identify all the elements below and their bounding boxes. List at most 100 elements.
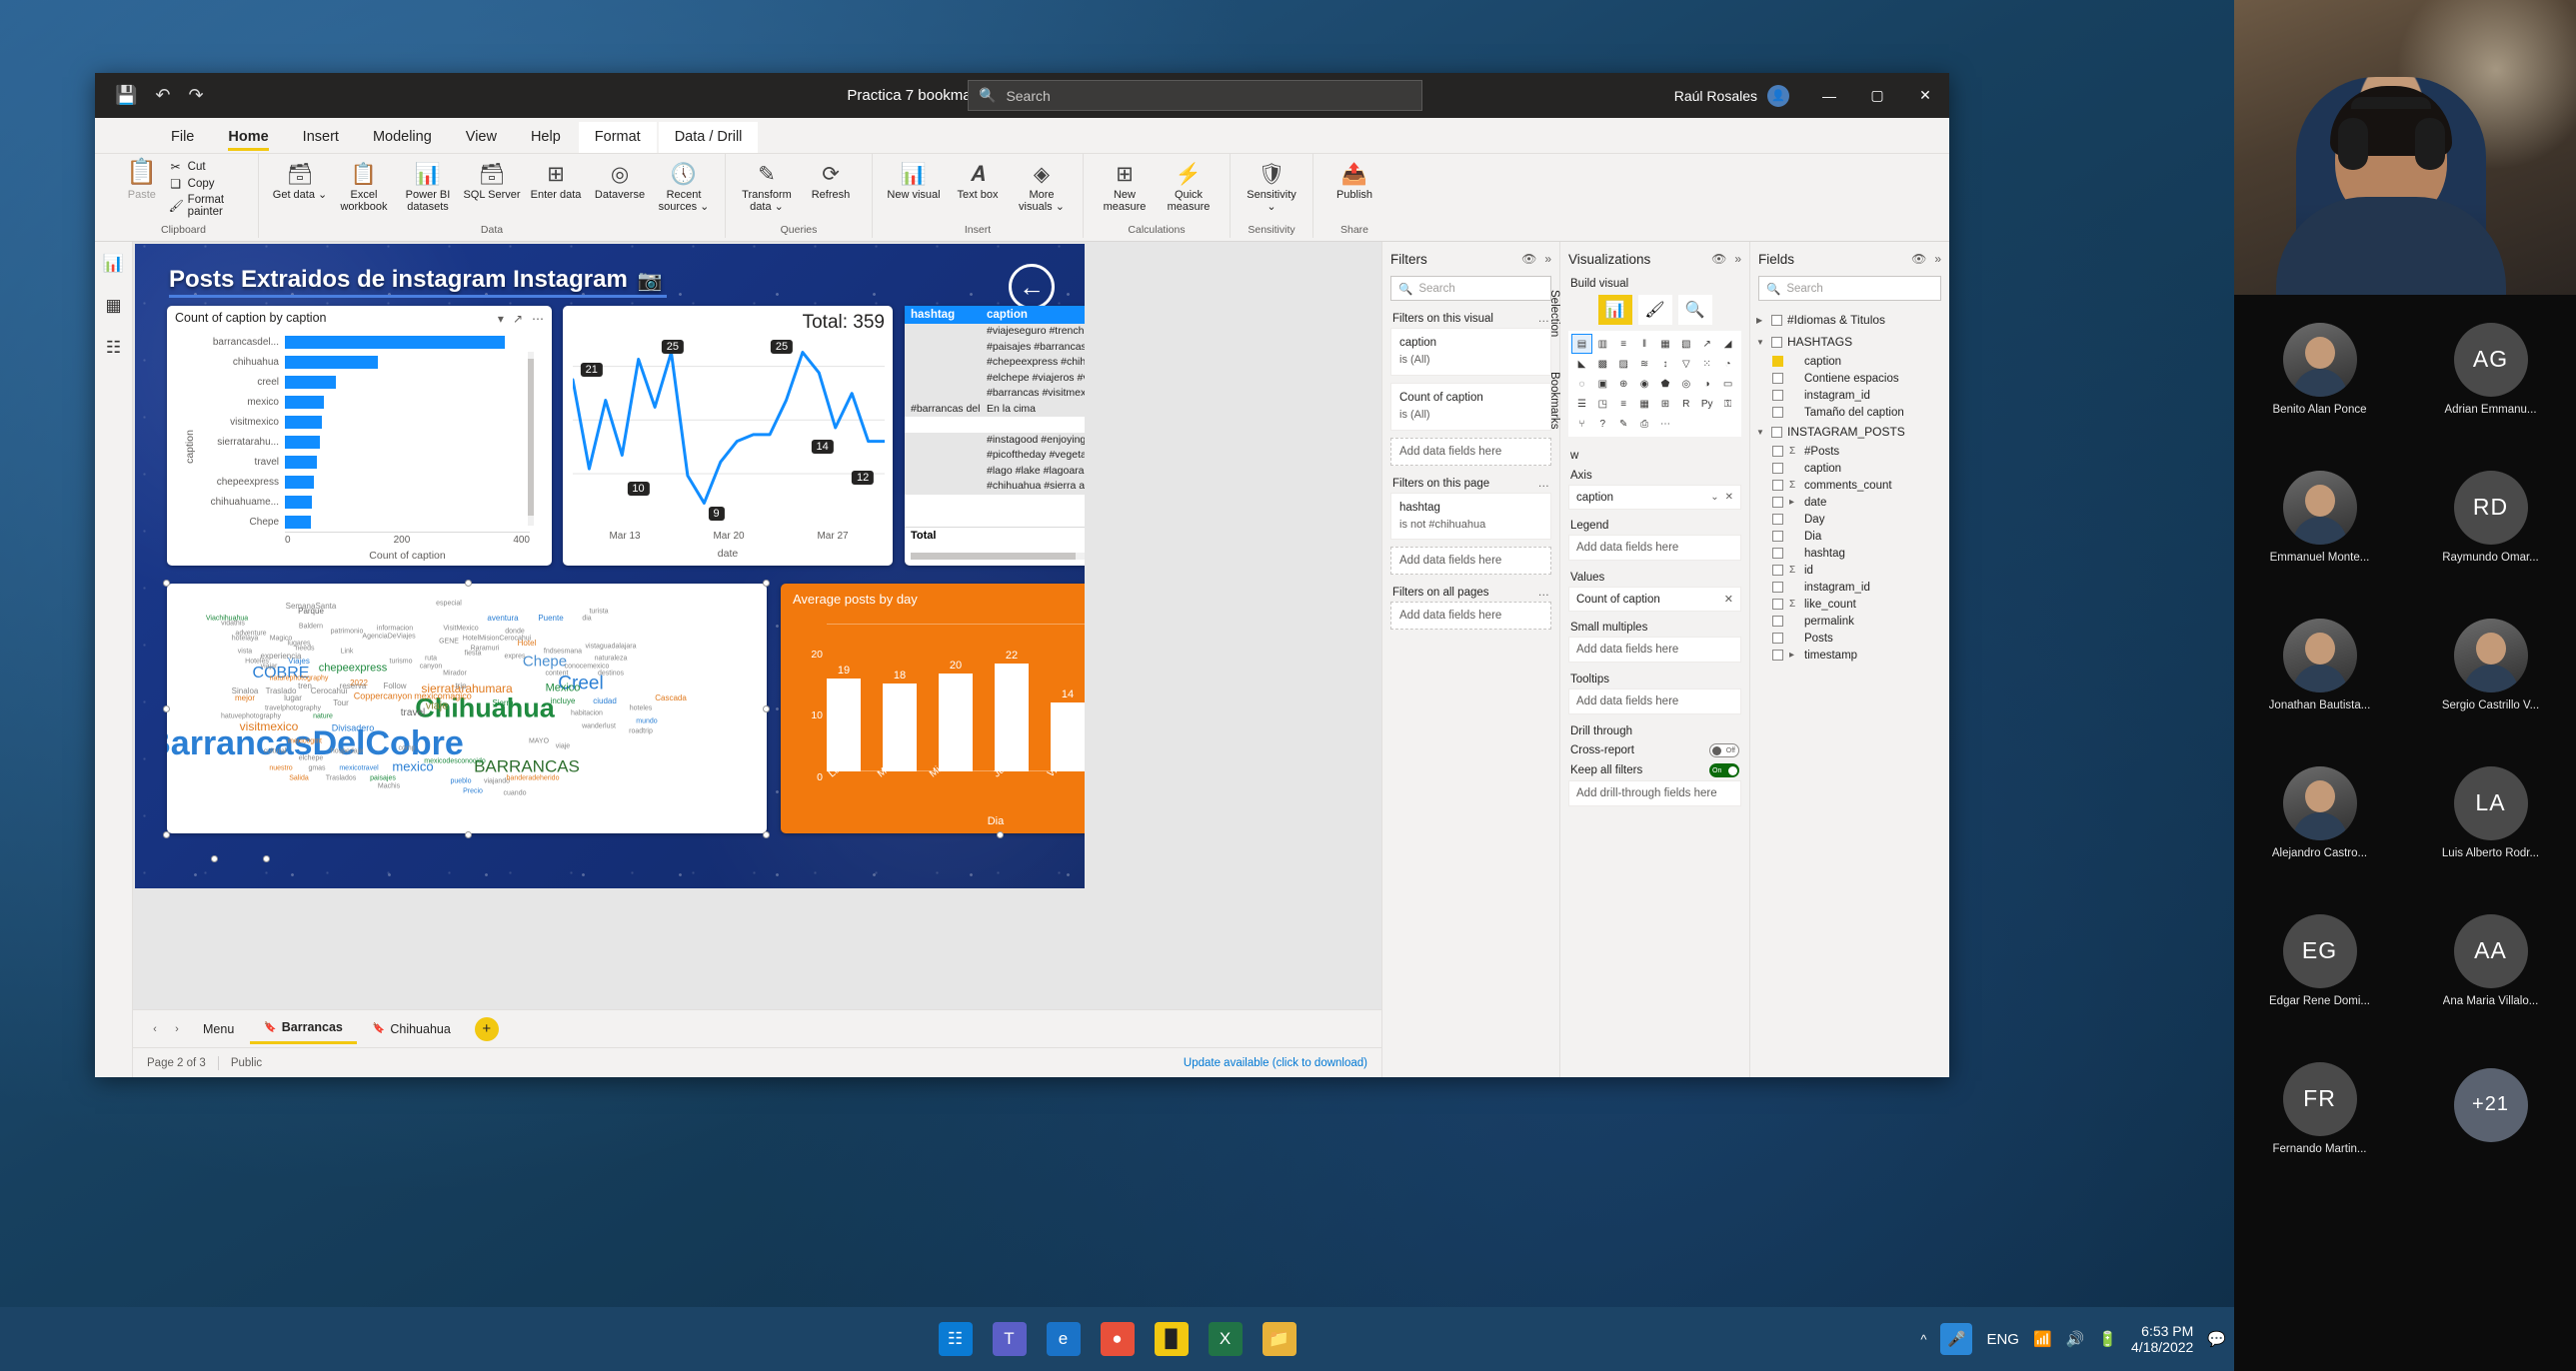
table-row[interactable] <box>905 417 1085 433</box>
word-cloud-word[interactable]: especial <box>436 601 462 608</box>
power-bi-datasets-button[interactable]: 📊 Power BI datasets <box>397 158 459 216</box>
viz-type-line-chart[interactable]: ↗ <box>1697 335 1717 353</box>
field-checkbox[interactable] <box>1772 446 1783 457</box>
wifi-icon[interactable]: 📶 <box>2033 1330 2052 1348</box>
sensitivity-button[interactable]: 🛡 Sensitivity ⌄ <box>1241 158 1302 216</box>
refresh-button[interactable]: ⟳ Refresh <box>800 158 862 205</box>
hashtag-table-visual[interactable]: hashtag caption #viajeseguro #trenchepe … <box>905 306 1085 566</box>
paste-button[interactable]: 📋 Paste <box>119 158 165 201</box>
word-cloud-word[interactable]: dia <box>582 616 591 623</box>
word-cloud-word[interactable]: ciudad <box>593 696 617 705</box>
bar-chart-row[interactable]: chihuahua <box>189 354 530 370</box>
viz-type-donut-chart[interactable]: ◌ <box>1572 375 1591 393</box>
word-cloud-word[interactable]: patrimonio <box>331 628 364 635</box>
word-cloud-word[interactable]: conocemexico <box>565 663 610 670</box>
field-item[interactable]: Day <box>1750 511 1949 528</box>
word-cloud-visual[interactable]: BarrancasDelCobre Chihuahua BARRANCAS COBRE… <box>167 584 767 833</box>
word-cloud-word[interactable]: fiesta <box>465 651 482 658</box>
drill-through-dropzone[interactable]: Add drill-through fields here <box>1568 780 1741 806</box>
field-item[interactable]: Σlike_count <box>1750 596 1949 613</box>
word-cloud-word[interactable]: canyon <box>420 663 443 670</box>
microphone-icon[interactable]: 🎤 <box>1940 1323 1973 1355</box>
save-icon[interactable]: 💾 <box>115 85 137 106</box>
word-cloud-word[interactable]: SemanaSanta <box>286 602 337 611</box>
add-page-button[interactable]: + <box>474 1016 499 1041</box>
table-row[interactable]: #chihuahua #sierra a #vacation #vacacion… <box>905 479 1085 495</box>
participant-tile[interactable]: LA Luis Alberto Rodr... <box>2405 738 2576 886</box>
viz-type-card[interactable]: ▭ <box>1718 375 1737 393</box>
word-cloud-word[interactable]: donde <box>505 628 524 635</box>
participant-tile[interactable]: +21 <box>2405 1034 2576 1182</box>
participant-tile[interactable]: Sergio Castrillo V... <box>2405 591 2576 738</box>
word-cloud-word[interactable]: trip <box>455 682 466 690</box>
viz-type-matrix[interactable]: ⊞ <box>1655 395 1675 413</box>
page-tab-menu[interactable]: Menu <box>189 1015 248 1043</box>
viz-type-shape-map[interactable]: ⬟ <box>1655 375 1675 393</box>
more-visuals-button[interactable]: ◈ More visuals ⌄ <box>1011 158 1073 216</box>
word-cloud-word[interactable]: naturaleza <box>595 656 628 663</box>
filters-page-dropzone[interactable]: Add data fields here <box>1390 547 1551 576</box>
bar[interactable] <box>285 455 317 469</box>
avatar[interactable] <box>2282 765 2357 840</box>
word-cloud-word[interactable]: habitacion <box>571 710 603 717</box>
word-cloud-word[interactable]: Hoteles <box>245 658 269 665</box>
table-col-caption[interactable]: caption <box>981 306 1085 324</box>
word-cloud-word[interactable]: Link <box>341 648 354 655</box>
avatar[interactable]: RD <box>2453 470 2528 545</box>
word-cloud-word[interactable]: Sierra <box>492 699 513 707</box>
table-row[interactable]: #picoftheday #vegetation #vegetacion #sk… <box>905 448 1085 464</box>
field-item[interactable]: Σcomments_count <box>1750 477 1949 494</box>
word-cloud-word[interactable]: pueblo <box>450 777 471 784</box>
field-checkbox[interactable] <box>1772 497 1783 508</box>
field-item[interactable]: Dia <box>1750 528 1949 545</box>
resize-handle[interactable] <box>163 580 170 587</box>
word-cloud-word[interactable]: AgenciaDeViajes <box>362 633 415 640</box>
report-view-icon[interactable]: 📊 <box>103 254 124 274</box>
word-cloud-word[interactable]: banderadeherido <box>507 775 560 782</box>
cross-report-toggle[interactable]: Off <box>1709 743 1739 757</box>
table-row[interactable]: #lago #lake #lagoarareco #lagodearareco … <box>905 463 1085 479</box>
remove-field-icon[interactable]: ✕ <box>1724 593 1733 606</box>
field-checkbox[interactable] <box>1772 514 1783 525</box>
word-cloud-word[interactable]: VisitMexico <box>443 626 478 633</box>
word-cloud-word[interactable]: Chepe <box>523 654 567 669</box>
ribbon-tab-home[interactable]: Home <box>212 122 284 153</box>
word-cloud-word[interactable]: hospedaje <box>331 747 363 754</box>
field-table-hashtags[interactable]: ▼ HASHTAGS <box>1750 331 1949 353</box>
word-cloud-word[interactable]: chepeexpress <box>319 663 388 675</box>
dataverse-button[interactable]: ◎ Dataverse <box>589 158 651 205</box>
viz-type-slicer[interactable]: ≡ <box>1613 395 1633 413</box>
field-checkbox[interactable] <box>1772 373 1783 384</box>
resize-handle[interactable] <box>763 705 770 712</box>
collapse-pane-icon[interactable]: » <box>1734 252 1741 266</box>
word-cloud-word[interactable]: nuestro <box>269 765 292 772</box>
viz-type-scatter[interactable]: ⁙ <box>1697 355 1717 373</box>
word-cloud-word[interactable]: turismo <box>390 658 413 665</box>
bar-chart-row[interactable]: mexico <box>189 394 530 410</box>
word-cloud-word[interactable]: paisajes <box>370 775 396 782</box>
participant-tile[interactable]: FR Fernando Martin... <box>2234 1034 2405 1182</box>
word-cloud-word[interactable]: informacion <box>377 626 413 633</box>
word-cloud-word[interactable]: hatuvephotography <box>221 712 281 719</box>
word-cloud-word[interactable]: nature <box>313 712 333 719</box>
word-cloud-word[interactable]: Mexico <box>546 683 581 694</box>
self-video-tile[interactable] <box>2234 0 2576 295</box>
avatar[interactable]: FR <box>2282 1061 2357 1136</box>
viz-type-100-stacked-bar[interactable]: ▦ <box>1655 335 1675 353</box>
cross-report-row[interactable]: Cross-report Off <box>1560 740 1749 760</box>
page-nav-prev[interactable]: ‹ <box>145 1023 165 1035</box>
resize-handle[interactable] <box>163 831 170 838</box>
copy-button[interactable]: ❑ Copy <box>169 177 248 191</box>
word-cloud-word[interactable]: Coppercanyon <box>354 691 413 700</box>
word-cloud-word[interactable]: lugar <box>284 694 302 702</box>
field-checkbox[interactable] <box>1772 548 1783 559</box>
visual-type-gallery[interactable]: ▤ ▥ ≡ ‖ ▦ ▧ ↗ ◢ ◣ ▩ ▨ ≋ ↕ ▽ ⁙ ◔ ◌ ▣ ⊕ ◉ ⬟ ◎ ◑ ▭ ☰ ◳ ≡ ▦ ⊞ R Py ⚿ ⑂? ✎ ⎙ ⋯ <box>1568 331 1741 437</box>
eye-icon[interactable]: 👁 <box>1521 252 1536 266</box>
word-cloud-word[interactable]: expres <box>504 653 525 660</box>
well-drop-small-multiples[interactable]: Add data fields here <box>1568 637 1741 663</box>
eye-icon[interactable]: 👁 <box>1911 252 1926 266</box>
word-cloud-word[interactable]: Traslados <box>326 775 356 782</box>
teams-icon[interactable]: T <box>992 1322 1027 1356</box>
bar[interactable] <box>285 435 320 449</box>
field-item[interactable]: permalink <box>1750 613 1949 630</box>
